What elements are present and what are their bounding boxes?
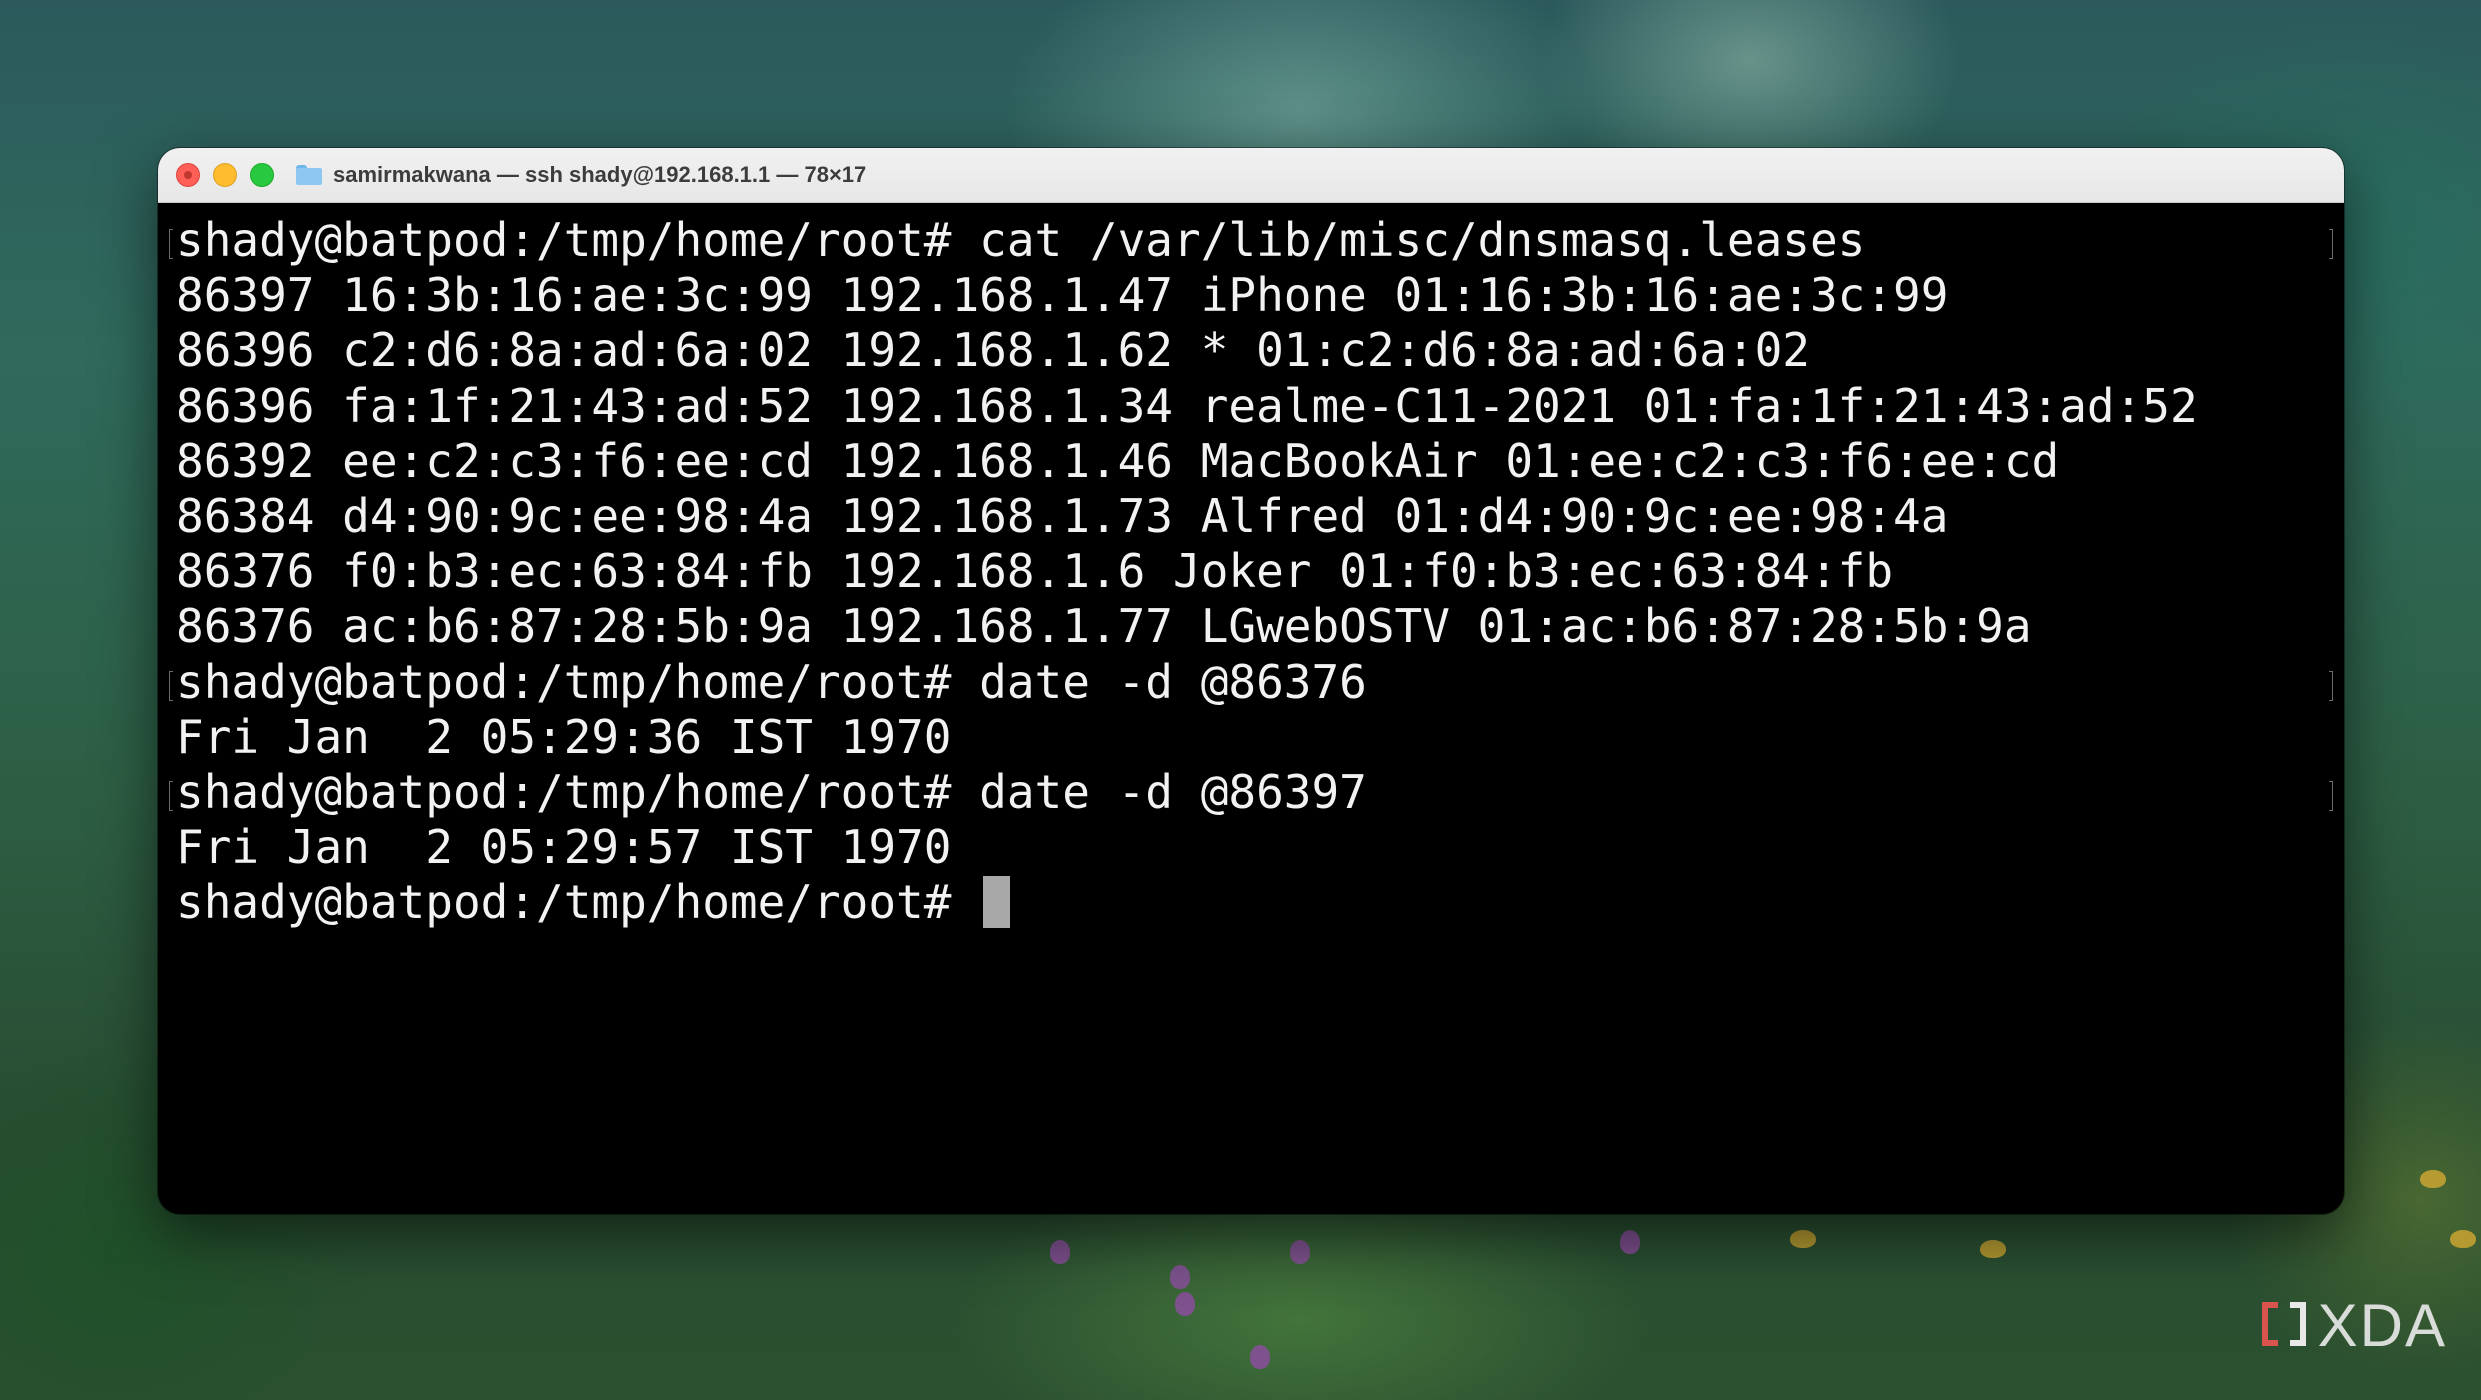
- flower-decoration: [1250, 1345, 1270, 1369]
- command-line: shady@batpod:/tmp/home/root# date -d @86…: [169, 765, 2344, 820]
- lease-entry: 86376 f0:b3:ec:63:84:fb 192.168.1.6 Joke…: [176, 544, 1894, 599]
- window-title-group: samirmakwana — ssh shady@192.168.1.1 — 7…: [296, 162, 866, 188]
- window-controls: [176, 163, 274, 187]
- flower-decoration: [2450, 1230, 2476, 1248]
- terminal-output[interactable]: shady@batpod:/tmp/home/root# cat /var/li…: [158, 203, 2344, 1205]
- xda-logo-text: XDA: [2317, 1292, 2447, 1359]
- title-bar[interactable]: samirmakwana — ssh shady@192.168.1.1 — 7…: [158, 148, 2344, 203]
- close-button[interactable]: [176, 163, 200, 187]
- command-output: Fri Jan 2 05:29:57 IST 1970: [176, 820, 952, 875]
- folder-icon: [296, 165, 322, 185]
- command-output: Fri Jan 2 05:29:36 IST 1970: [176, 709, 952, 764]
- flower-decoration: [1175, 1292, 1195, 1316]
- flower-decoration: [1620, 1230, 1640, 1254]
- text-cursor: [983, 875, 1011, 928]
- lease-entry: 86396 fa:1f:21:43:ad:52 192.168.1.34 rea…: [176, 378, 2198, 433]
- zoom-button[interactable]: [250, 163, 274, 187]
- prompt-line[interactable]: shady@batpod:/tmp/home/root#: [176, 875, 2344, 930]
- flower-decoration: [1980, 1240, 2006, 1258]
- prompt: shady@batpod:/tmp/home/root#: [176, 875, 980, 930]
- flower-decoration: [2420, 1170, 2446, 1188]
- flower-decoration: [1790, 1230, 1816, 1248]
- command-line: shady@batpod:/tmp/home/root# cat /var/li…: [169, 213, 2344, 268]
- lease-entry: 86397 16:3b:16:ae:3c:99 192.168.1.47 iPh…: [176, 268, 1949, 323]
- flower-decoration: [1050, 1240, 1070, 1264]
- terminal-window[interactable]: samirmakwana — ssh shady@192.168.1.1 — 7…: [158, 148, 2344, 1214]
- flower-decoration: [1290, 1240, 1310, 1264]
- lease-entry: 86384 d4:90:9c:ee:98:4a 192.168.1.73 Alf…: [176, 488, 1949, 543]
- window-title: samirmakwana — ssh shady@192.168.1.1 — 7…: [333, 162, 867, 187]
- xda-watermark: XDA: [2258, 1291, 2447, 1360]
- lease-entry: 86392 ee:c2:c3:f6:ee:cd 192.168.1.46 Mac…: [176, 433, 2060, 488]
- flower-decoration: [1170, 1265, 1190, 1289]
- command-line: shady@batpod:/tmp/home/root# date -d @86…: [169, 655, 2344, 710]
- lease-entry: 86376 ac:b6:87:28:5b:9a 192.168.1.77 LGw…: [176, 599, 2032, 654]
- lease-entry: 86396 c2:d6:8a:ad:6a:02 192.168.1.62 * 0…: [176, 323, 1810, 378]
- minimize-button[interactable]: [213, 163, 237, 187]
- xda-logo-icon: [2258, 1298, 2310, 1354]
